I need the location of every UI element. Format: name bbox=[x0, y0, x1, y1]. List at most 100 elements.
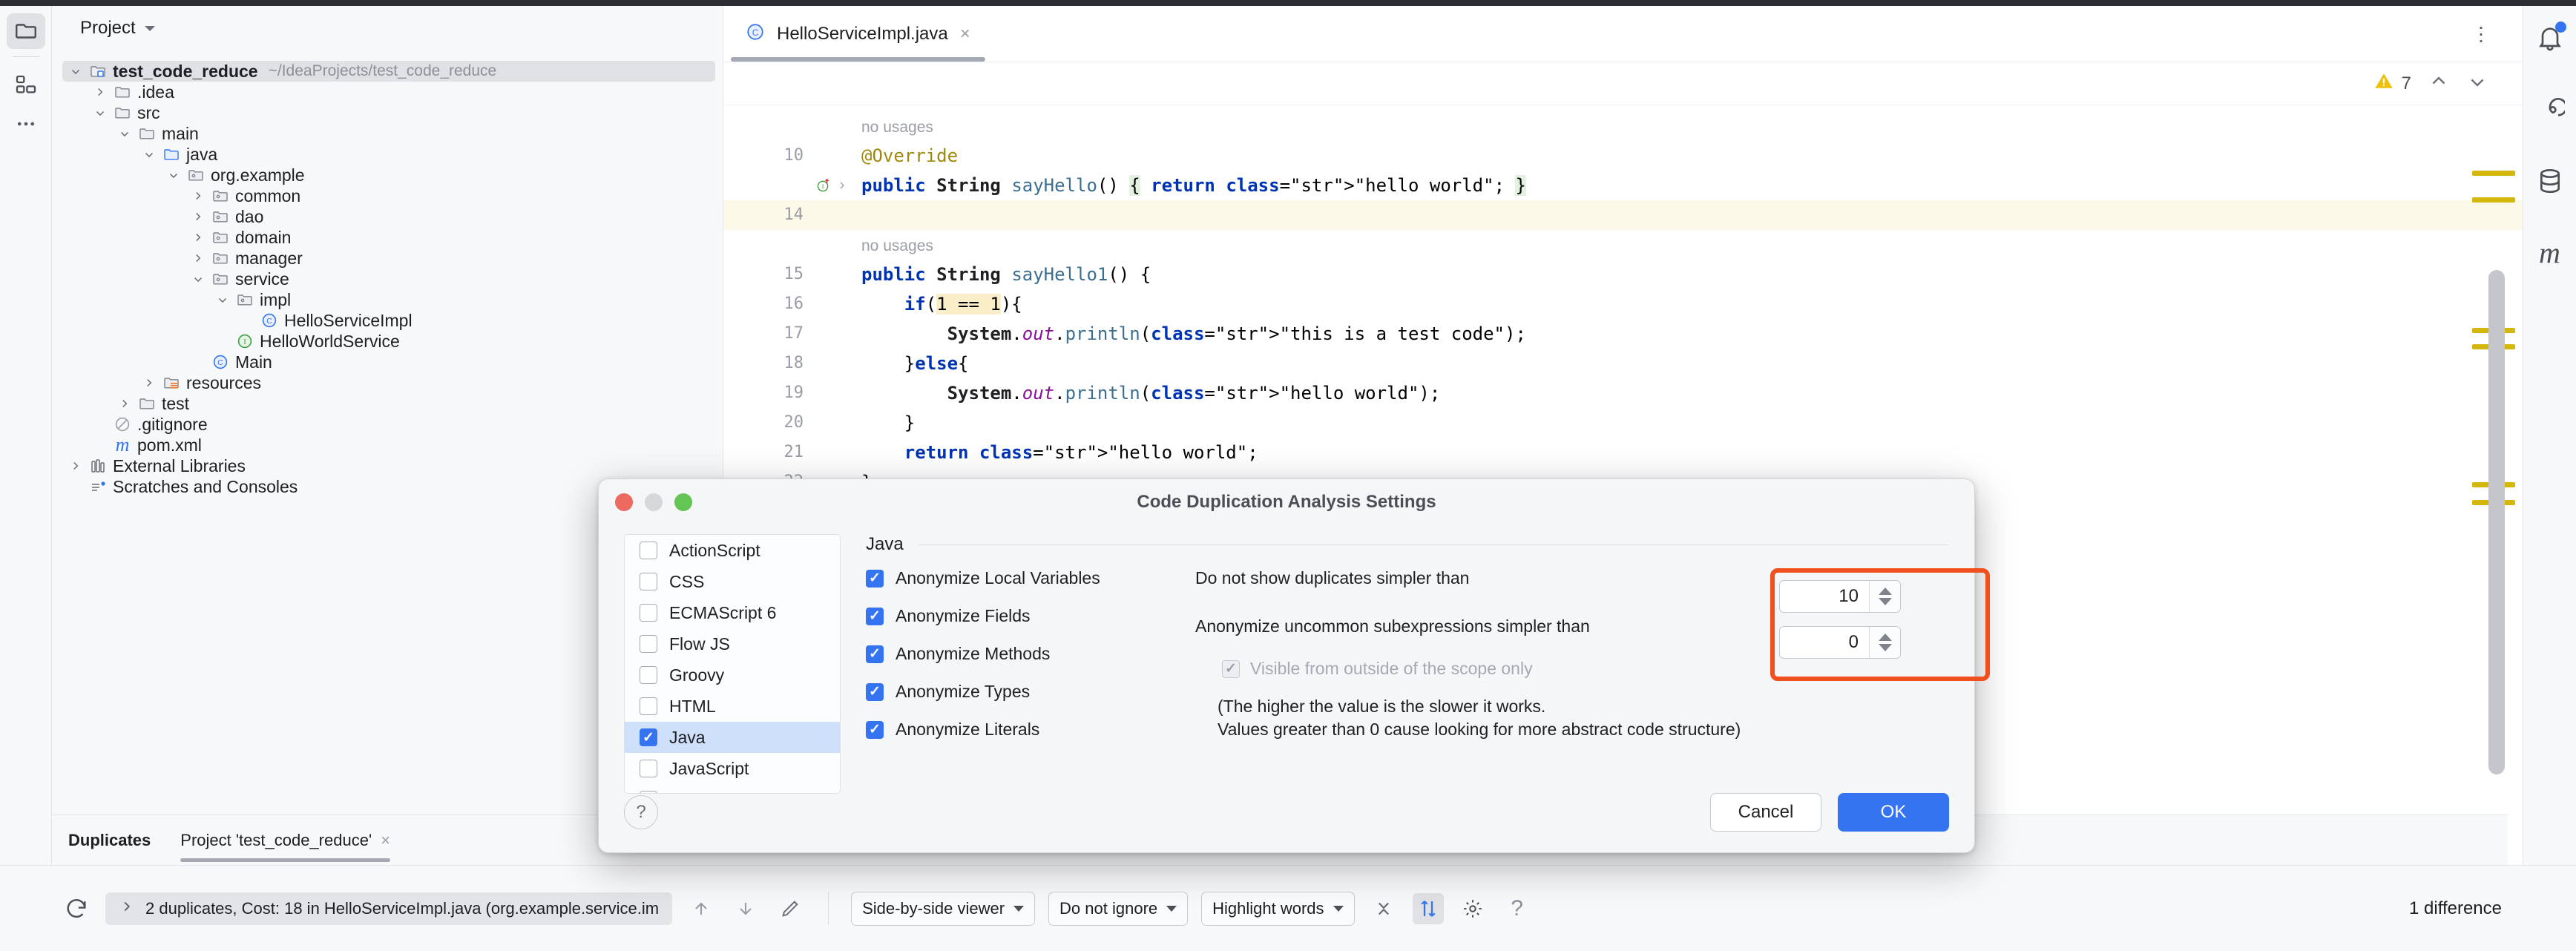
editor-scroll-track[interactable] bbox=[2471, 105, 2523, 815]
code-line[interactable]: @Override bbox=[812, 141, 2523, 171]
close-button[interactable] bbox=[615, 493, 633, 511]
tree-node-idea[interactable]: .idea bbox=[87, 82, 715, 102]
sync-scroll-icon[interactable] bbox=[1413, 893, 1444, 924]
chevron-down-icon[interactable] bbox=[117, 127, 132, 140]
tree-node-impl[interactable]: impl bbox=[209, 289, 715, 310]
language-list[interactable]: ActionScriptCSSECMAScript 6Flow JSGroovy… bbox=[624, 534, 841, 794]
gear-icon[interactable] bbox=[1457, 893, 1488, 924]
tree-node-helloserviceimpl[interactable]: CHelloServiceImpl bbox=[234, 310, 715, 331]
language-row-actionscript[interactable]: ActionScript bbox=[625, 535, 840, 566]
chevron-down-icon[interactable] bbox=[191, 272, 206, 286]
option-checkbox[interactable] bbox=[866, 721, 884, 739]
option-row-anonymize-fields[interactable]: Anonymize Fields bbox=[866, 606, 1163, 626]
option-checkbox[interactable] bbox=[866, 570, 884, 588]
tree-node-domain[interactable]: domain bbox=[185, 227, 715, 248]
language-row-css[interactable]: CSS bbox=[625, 566, 840, 597]
code-line[interactable]: if(1 == 1){ bbox=[812, 289, 2523, 319]
arrow-up-icon[interactable] bbox=[686, 893, 717, 924]
chevron-right-icon[interactable] bbox=[191, 231, 206, 244]
close-icon[interactable]: × bbox=[381, 831, 390, 850]
spinner-up-icon[interactable] bbox=[1879, 634, 1892, 641]
anonymize-subexpressions-value[interactable]: 0 bbox=[1780, 627, 1869, 658]
spinner-down-icon[interactable] bbox=[1879, 644, 1892, 651]
chevron-right-icon[interactable] bbox=[68, 459, 83, 473]
usage-hint[interactable]: no usages bbox=[812, 230, 2523, 260]
chevron-down-icon[interactable] bbox=[2466, 70, 2488, 96]
minimize-button[interactable] bbox=[645, 493, 663, 511]
language-row-flow-js[interactable]: Flow JS bbox=[625, 628, 840, 659]
code-line[interactable]: public String sayHello1() { bbox=[812, 260, 2523, 289]
tree-node-dao[interactable]: dao bbox=[185, 206, 715, 227]
arrow-down-icon[interactable] bbox=[730, 893, 761, 924]
duplicates-tab-duplicates[interactable]: Duplicates bbox=[68, 815, 151, 865]
do-not-show-simpler-than-spinner[interactable]: 10 bbox=[1779, 580, 1901, 613]
warning-marker[interactable] bbox=[2472, 171, 2515, 176]
language-row-ecmascript-6[interactable]: ECMAScript 6 bbox=[625, 597, 840, 628]
spinner-up-icon[interactable] bbox=[1879, 588, 1892, 595]
editor-tab-helloserviceimpl[interactable]: C HelloServiceImpl.java × bbox=[723, 6, 993, 62]
code-line[interactable] bbox=[812, 200, 2523, 230]
language-checkbox[interactable] bbox=[640, 666, 657, 684]
tree-node-helloworldservice[interactable]: IHelloWorldService bbox=[209, 331, 715, 352]
project-panel-header[interactable]: Project bbox=[52, 6, 723, 50]
do-not-show-simpler-than-value[interactable]: 10 bbox=[1780, 581, 1869, 612]
language-checkbox[interactable] bbox=[640, 604, 657, 622]
code-line[interactable]: System.out.println(class="str">"hello wo… bbox=[812, 378, 2523, 408]
chevron-down-icon[interactable] bbox=[93, 106, 108, 119]
tree-node-pom-xml[interactable]: mpom.xml bbox=[87, 435, 715, 455]
language-checkbox[interactable] bbox=[640, 635, 657, 653]
viewer-mode-select[interactable]: Side-by-side viewer bbox=[851, 892, 1035, 926]
dialog-help-icon[interactable]: ? bbox=[624, 795, 658, 829]
help-icon[interactable]: ? bbox=[1502, 893, 1533, 924]
code-line[interactable]: return class="str">"hello world"; bbox=[812, 438, 2523, 467]
chevron-down-icon[interactable] bbox=[142, 148, 157, 161]
duplicate-result-row[interactable]: 2 duplicates, Cost: 18 in HelloServiceIm… bbox=[105, 892, 672, 925]
language-checkbox[interactable] bbox=[640, 728, 657, 746]
ignore-mode-select[interactable]: Do not ignore bbox=[1048, 892, 1188, 926]
ai-assistant-icon[interactable] bbox=[2531, 91, 2569, 129]
option-row-anonymize-literals[interactable]: Anonymize Literals bbox=[866, 720, 1163, 740]
tree-node-gitignore[interactable]: .gitignore bbox=[87, 414, 715, 435]
chevron-down-icon[interactable] bbox=[166, 168, 181, 182]
anonymize-options[interactable]: Anonymize Local Variables Anonymize Field… bbox=[866, 568, 1163, 741]
tree-node-main[interactable]: main bbox=[111, 123, 715, 144]
project-tree[interactable]: test_code_reduce~/IdeaProjects/test_code… bbox=[52, 50, 723, 497]
warning-count[interactable]: 7 bbox=[2373, 70, 2411, 96]
tree-node-external-libraries[interactable]: External Libraries bbox=[62, 455, 715, 476]
spinner-down-icon[interactable] bbox=[1879, 598, 1892, 605]
option-row-anonymize-methods[interactable]: Anonymize Methods bbox=[866, 644, 1163, 664]
tree-node-service[interactable]: service bbox=[185, 269, 715, 289]
zoom-button[interactable] bbox=[674, 493, 692, 511]
tree-node-java[interactable]: java bbox=[136, 144, 715, 165]
code-line[interactable]: }else{ bbox=[812, 349, 2523, 378]
tree-node-test-code-reduce[interactable]: test_code_reduce~/IdeaProjects/test_code… bbox=[62, 61, 715, 82]
code-line[interactable]: System.out.println(class="str">"this is … bbox=[812, 319, 2523, 349]
ok-button[interactable]: OK bbox=[1838, 793, 1949, 832]
tree-node-org-example[interactable]: org.example bbox=[160, 165, 715, 185]
database-icon[interactable] bbox=[2531, 162, 2569, 200]
option-checkbox[interactable] bbox=[866, 608, 884, 625]
chevron-down-icon[interactable] bbox=[145, 26, 155, 31]
chevron-right-icon[interactable] bbox=[191, 189, 206, 203]
rerun-icon[interactable] bbox=[61, 893, 92, 924]
editor-scrollbar-thumb[interactable] bbox=[2488, 270, 2505, 774]
option-row-anonymize-local-variables[interactable]: Anonymize Local Variables bbox=[866, 568, 1163, 588]
code-line[interactable]: public String sayHello() { return class=… bbox=[812, 171, 2523, 200]
chevron-right-icon[interactable] bbox=[93, 85, 108, 99]
notifications-icon[interactable] bbox=[2531, 19, 2569, 58]
project-icon[interactable] bbox=[7, 13, 45, 49]
chevron-right-icon[interactable] bbox=[191, 210, 206, 223]
language-row-groovy[interactable]: Groovy bbox=[625, 659, 840, 691]
tree-node-test[interactable]: test bbox=[111, 393, 715, 414]
language-checkbox[interactable] bbox=[640, 542, 657, 559]
spinner-arrows[interactable] bbox=[1869, 627, 1900, 658]
close-icon[interactable]: × bbox=[960, 24, 970, 45]
cancel-button[interactable]: Cancel bbox=[1710, 793, 1821, 832]
spinner-arrows[interactable] bbox=[1869, 581, 1900, 612]
tree-node-common[interactable]: common bbox=[185, 185, 715, 206]
collapse-icon[interactable] bbox=[1368, 893, 1399, 924]
chevron-down-icon[interactable] bbox=[215, 293, 230, 306]
duplicates-tab-project-test-code-reduce[interactable]: Project 'test_code_reduce'× bbox=[180, 815, 390, 865]
structure-icon[interactable] bbox=[7, 68, 45, 103]
more-tool-windows-icon[interactable] bbox=[7, 106, 45, 142]
